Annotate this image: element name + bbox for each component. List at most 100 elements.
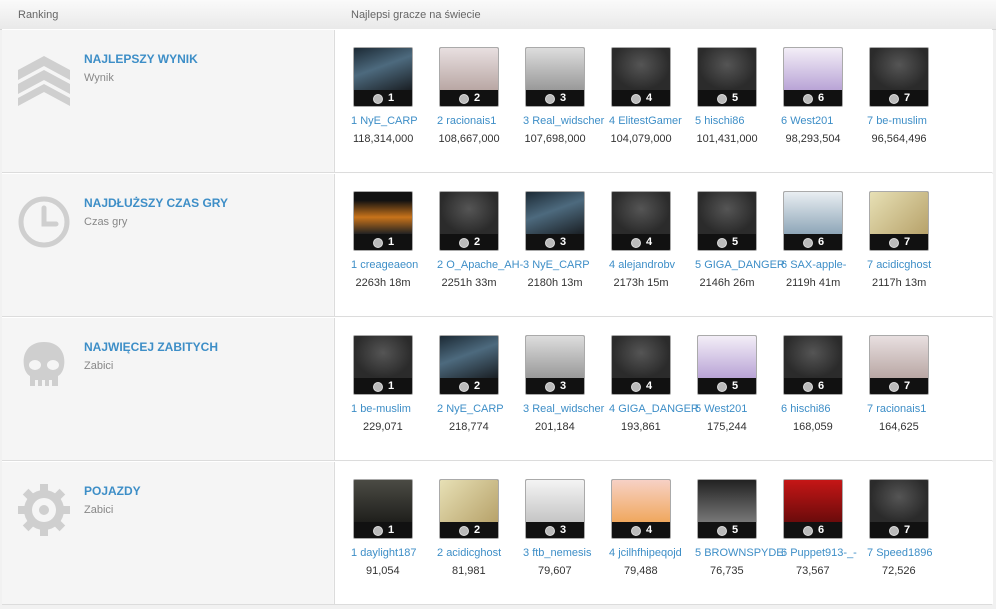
player-name-link[interactable]: 2 racionais1 [437, 115, 527, 127]
category-title[interactable]: NAJLEPSZY WYNIK [84, 52, 198, 66]
player-value: 218,774 [449, 421, 489, 433]
globe-icon [373, 94, 383, 104]
player-name-link[interactable]: 6 SAX-apple- [781, 259, 871, 271]
player-value: 79,488 [624, 565, 658, 577]
player-entry: 2 2 NyE_CARP 218,774 [437, 335, 527, 455]
player-position: 2 [437, 259, 444, 271]
players-list: 1 1 be-muslim 229,071 2 2 NyE_CARP 218,7… [334, 318, 993, 460]
ranking-column-title: Ranking [18, 9, 59, 21]
player-name-link[interactable]: 1 be-muslim [351, 403, 441, 415]
rank-number: 7 [904, 236, 911, 248]
player-entry: 3 3 NyE_CARP 2180h 13m [523, 191, 613, 311]
player-avatar[interactable]: 2 [439, 47, 499, 107]
ranking-row: POJAZDY Zabici 1 1 daylight187 91,054 2 … [2, 461, 993, 605]
player-name-link[interactable]: 5 West201 [695, 403, 785, 415]
player-name-link[interactable]: 3 Real_widscher [523, 115, 613, 127]
avatar-image [698, 192, 756, 234]
player-avatar[interactable]: 7 [869, 335, 929, 395]
globe-icon [631, 526, 641, 536]
player-entry: 5 5 West201 175,244 [695, 335, 785, 455]
player-entry: 5 5 GIGA_DANGER 2146h 26m [695, 191, 785, 311]
player-name-link[interactable]: 4 alejandrobv [609, 259, 699, 271]
player-value: 201,184 [535, 421, 575, 433]
player-value: 98,293,504 [785, 133, 841, 145]
player-avatar[interactable]: 4 [611, 47, 671, 107]
rank-number: 2 [474, 92, 481, 104]
player-avatar[interactable]: 7 [869, 47, 929, 107]
rank-band: 5 [698, 90, 756, 106]
player-avatar[interactable]: 5 [697, 47, 757, 107]
player-avatar[interactable]: 6 [783, 191, 843, 251]
player-avatar[interactable]: 5 [697, 191, 757, 251]
player-avatar[interactable]: 3 [525, 479, 585, 539]
player-name-link[interactable]: 2 O_Apache_AH- [437, 259, 527, 271]
player-name-link[interactable]: 5 GIGA_DANGER [695, 259, 785, 271]
avatar-image [440, 480, 498, 522]
player-avatar[interactable]: 4 [611, 191, 671, 251]
player-name-link[interactable]: 2 acidicghost [437, 547, 527, 559]
player-avatar[interactable]: 5 [697, 479, 757, 539]
player-name-link[interactable]: 7 racionais1 [867, 403, 957, 415]
globe-icon [889, 94, 899, 104]
rank-number: 4 [646, 380, 653, 392]
player-name-link[interactable]: 2 NyE_CARP [437, 403, 527, 415]
category-title[interactable]: NAJWIĘCEJ ZABITYCH [84, 340, 218, 354]
avatar-image [784, 48, 842, 90]
player-name-link[interactable]: 1 NyE_CARP [351, 115, 441, 127]
player-avatar[interactable]: 1 [353, 47, 413, 107]
player-name: NyE_CARP [532, 259, 590, 271]
player-entry: 2 2 O_Apache_AH- 2251h 33m [437, 191, 527, 311]
player-position: 1 [351, 259, 358, 271]
player-avatar[interactable]: 3 [525, 335, 585, 395]
player-name-link[interactable]: 4 ElitestGamer [609, 115, 699, 127]
player-value: 2119h 41m [786, 277, 841, 289]
player-avatar[interactable]: 5 [697, 335, 757, 395]
player-name-link[interactable]: 1 creageaeon [351, 259, 441, 271]
player-position: 2 [437, 547, 444, 559]
player-avatar[interactable]: 1 [353, 191, 413, 251]
player-name-link[interactable]: 3 NyE_CARP [523, 259, 613, 271]
player-name-link[interactable]: 6 West201 [781, 115, 871, 127]
avatar-image [612, 192, 670, 234]
player-avatar[interactable]: 6 [783, 47, 843, 107]
category-title[interactable]: POJAZDY [84, 484, 141, 498]
player-name-link[interactable]: 7 acidicghost [867, 259, 957, 271]
player-avatar[interactable]: 1 [353, 335, 413, 395]
avatar-image [440, 336, 498, 378]
player-avatar[interactable]: 3 [525, 191, 585, 251]
player-name-link[interactable]: 4 jcilhfhipeqojd [609, 547, 699, 559]
rank-number: 4 [646, 524, 653, 536]
player-value: 2173h 15m [613, 277, 669, 289]
player-avatar[interactable]: 6 [783, 479, 843, 539]
player-name-link[interactable]: 5 BROWNSPYDEI [695, 547, 785, 559]
gear-icon [16, 482, 72, 538]
player-name: O_Apache_AH- [446, 259, 524, 271]
category-title[interactable]: NAJDŁUŻSZY CZAS GRY [84, 196, 228, 210]
player-name-link[interactable]: 4 GIGA_DANGER [609, 403, 699, 415]
player-name-link[interactable]: 5 hischi86 [695, 115, 785, 127]
player-avatar[interactable]: 2 [439, 479, 499, 539]
player-name: Real_widscher [532, 403, 605, 415]
player-avatar[interactable]: 4 [611, 479, 671, 539]
player-name-link[interactable]: 6 hischi86 [781, 403, 871, 415]
player-avatar[interactable]: 4 [611, 335, 671, 395]
player-avatar[interactable]: 1 [353, 479, 413, 539]
player-avatar[interactable]: 2 [439, 191, 499, 251]
globe-icon [373, 382, 383, 392]
player-avatar[interactable]: 7 [869, 191, 929, 251]
rank-band: 7 [870, 234, 928, 250]
player-avatar[interactable]: 7 [869, 479, 929, 539]
player-avatar[interactable]: 2 [439, 335, 499, 395]
globe-icon [803, 238, 813, 248]
player-name-link[interactable]: 3 ftb_nemesis [523, 547, 613, 559]
player-name-link[interactable]: 6 Puppet913-_- [781, 547, 871, 559]
player-name-link[interactable]: 7 be-muslim [867, 115, 957, 127]
player-avatar[interactable]: 6 [783, 335, 843, 395]
player-name-link[interactable]: 1 daylight187 [351, 547, 441, 559]
player-name-link[interactable]: 3 Real_widscher [523, 403, 613, 415]
globe-icon [459, 238, 469, 248]
player-name-link[interactable]: 7 Speed1896 [867, 547, 957, 559]
globe-icon [803, 382, 813, 392]
player-avatar[interactable]: 3 [525, 47, 585, 107]
player-entry: 3 3 Real_widscher 107,698,000 [523, 47, 613, 167]
